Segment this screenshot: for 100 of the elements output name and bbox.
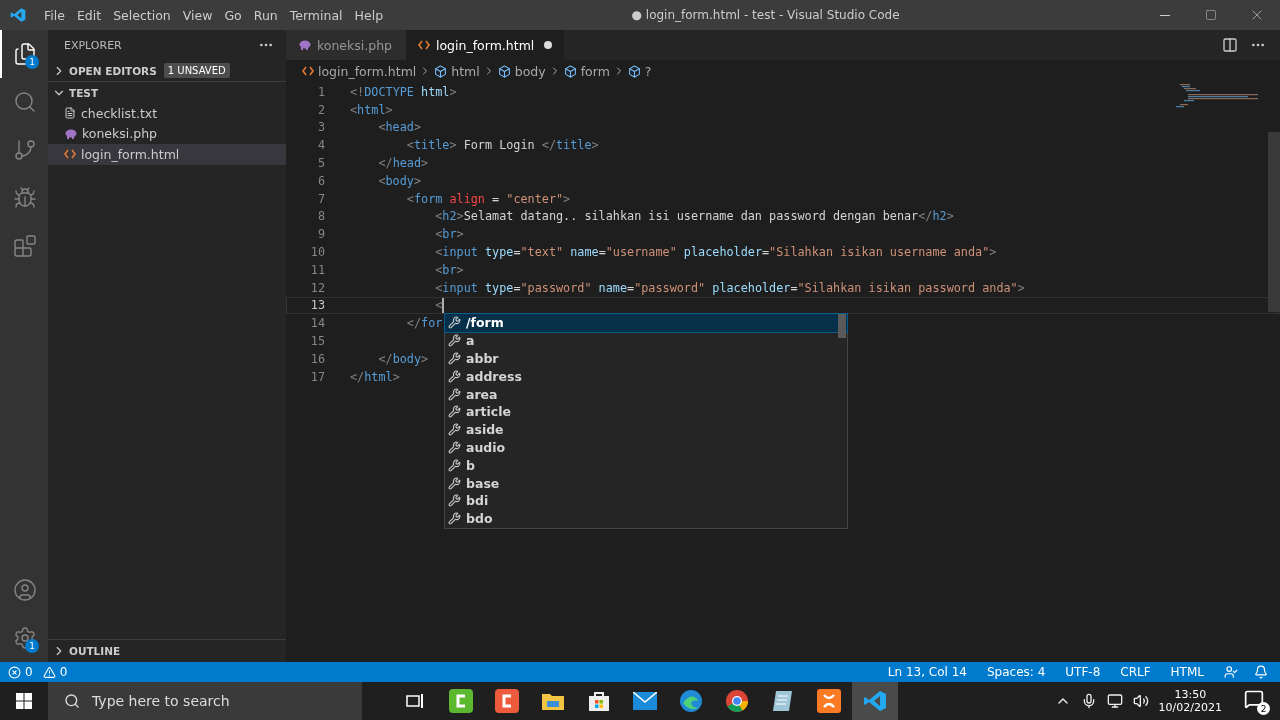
- app-logo-icon: [817, 689, 841, 713]
- code-editor-logo-icon: [863, 689, 887, 713]
- line-number: 13: [309, 298, 326, 313]
- line-number: 17: [309, 369, 326, 384]
- code-line: <body>: [377, 173, 422, 188]
- taskbar-search-field[interactable]: Type here to search: [48, 682, 362, 720]
- code-line: <head>: [377, 120, 422, 135]
- text-cursor: [442, 297, 445, 314]
- section-header[interactable]: OUTLINE: [69, 645, 121, 657]
- menu-item[interactable]: Terminal: [283, 7, 349, 23]
- account-icon: [13, 578, 37, 602]
- code-line: <br>: [434, 227, 464, 242]
- section-header[interactable]: OPEN EDITORS: [69, 64, 157, 77]
- breadcrumb[interactable]: ?: [627, 63, 652, 79]
- suggestion-item[interactable]: address: [445, 367, 847, 386]
- code-brackets-icon: [302, 66, 314, 76]
- suggestion-item[interactable]: b: [445, 456, 847, 475]
- cube-icon: [497, 64, 511, 78]
- editor-tab[interactable]: login_form.html: [406, 30, 565, 60]
- editor-tab[interactable]: koneksi.php: [286, 30, 406, 60]
- scroll-thumb[interactable]: [838, 314, 846, 338]
- folder-icon: [541, 691, 565, 711]
- line-number: 12: [309, 280, 326, 295]
- wrench-icon: [448, 352, 461, 365]
- error-count[interactable]: 0: [25, 665, 33, 679]
- code-line: <br>: [434, 262, 464, 277]
- files-icon: [13, 42, 37, 66]
- breadcrumb[interactable]: html: [434, 63, 480, 79]
- wrench-icon: [448, 405, 461, 419]
- breadcrumb[interactable]: login_form.html: [302, 63, 417, 79]
- explorer-file-entry[interactable]: login_form.html: [48, 144, 286, 165]
- suggestion-item[interactable]: article: [445, 403, 847, 421]
- explorer-file-entry[interactable]: koneksi.php: [48, 123, 286, 144]
- line-number: 10: [309, 245, 326, 260]
- line-number: 14: [309, 316, 326, 331]
- clock[interactable]: 13:50 10/02/2021: [1158, 688, 1222, 714]
- speaker-icon[interactable]: [1132, 693, 1149, 709]
- notepad-icon: [772, 689, 794, 713]
- suggestion-item[interactable]: a: [445, 331, 847, 350]
- status-item[interactable]: Ln 13, Col 14: [879, 665, 975, 679]
- notification-center-button[interactable]: 2: [1242, 687, 1270, 715]
- scrollbar[interactable]: [1268, 132, 1280, 312]
- menu-item[interactable]: Selection: [107, 7, 177, 23]
- code-brackets-icon: [418, 40, 430, 50]
- code-line: <form align = "center">: [405, 191, 571, 206]
- code-line: <h2>Selamat datang.. silahkan isi username dan password dengan benar</h2>: [434, 209, 954, 224]
- suggestion-item[interactable]: aside: [445, 420, 847, 439]
- blocks-icon: [13, 234, 37, 258]
- suggestion-item[interactable]: area: [445, 385, 847, 403]
- suggestion-item[interactable]: /form: [445, 314, 847, 332]
- code-editor-logo-icon: [10, 7, 26, 23]
- network-icon[interactable]: [1106, 693, 1123, 709]
- folder-header[interactable]: TEST: [69, 86, 99, 99]
- code-line: </body>: [377, 351, 429, 366]
- wrench-icon: [448, 440, 461, 454]
- settings-activity-button[interactable]: 1: [0, 614, 48, 662]
- line-number: 6: [316, 173, 326, 188]
- suggestion-item[interactable]: audio: [445, 438, 847, 457]
- menu-item[interactable]: Edit: [70, 7, 108, 23]
- code-line: <html>: [350, 102, 393, 117]
- menu-item[interactable]: File: [38, 7, 71, 23]
- wrench-icon: [448, 476, 461, 490]
- envelope-icon: [633, 692, 657, 710]
- task-view-icon: [406, 693, 424, 709]
- feedback-icon[interactable]: [1224, 665, 1238, 679]
- status-item[interactable]: UTF-8: [1057, 665, 1109, 679]
- app-logo-icon: [495, 689, 519, 713]
- settings-icon: [13, 626, 37, 650]
- suggestion-item[interactable]: base: [445, 474, 847, 492]
- wrench-icon: [448, 369, 461, 383]
- line-number: 7: [316, 191, 326, 206]
- menu-item[interactable]: Run: [247, 7, 284, 23]
- menu-item[interactable]: Go: [218, 7, 248, 23]
- explorer-file-entry[interactable]: checklist.txt: [48, 103, 286, 124]
- code-line: </html>: [350, 369, 400, 384]
- breadcrumb[interactable]: form: [563, 63, 610, 79]
- wrench-icon: [448, 494, 461, 508]
- warning-count[interactable]: 0: [59, 665, 68, 679]
- menu-item[interactable]: View: [176, 7, 219, 23]
- line-number: 8: [316, 209, 326, 224]
- suggestion-item[interactable]: abbr: [445, 349, 847, 368]
- status-item[interactable]: Spaces: 4: [979, 665, 1054, 679]
- warning-icon: [42, 665, 56, 679]
- status-item[interactable]: HTML: [1162, 665, 1212, 679]
- suggestion-item[interactable]: bdi: [445, 491, 847, 510]
- status-item[interactable]: CRLF: [1112, 665, 1159, 679]
- suggestion-item[interactable]: bdo: [445, 509, 847, 528]
- menu-item[interactable]: Help: [348, 7, 390, 23]
- count-badge: 1: [25, 55, 39, 69]
- notification-icon[interactable]: [1254, 665, 1268, 679]
- document-icon: [64, 107, 76, 120]
- elephant-icon: [298, 40, 311, 50]
- cube-icon: [627, 64, 641, 78]
- split-editor-icon[interactable]: [1222, 37, 1238, 53]
- line-number: 1: [316, 84, 326, 99]
- wrench-icon: [448, 316, 461, 330]
- line-number: 16: [309, 351, 326, 366]
- breadcrumb[interactable]: body: [497, 63, 546, 79]
- line-number: 11: [309, 262, 326, 277]
- app-logo-icon: [449, 689, 473, 713]
